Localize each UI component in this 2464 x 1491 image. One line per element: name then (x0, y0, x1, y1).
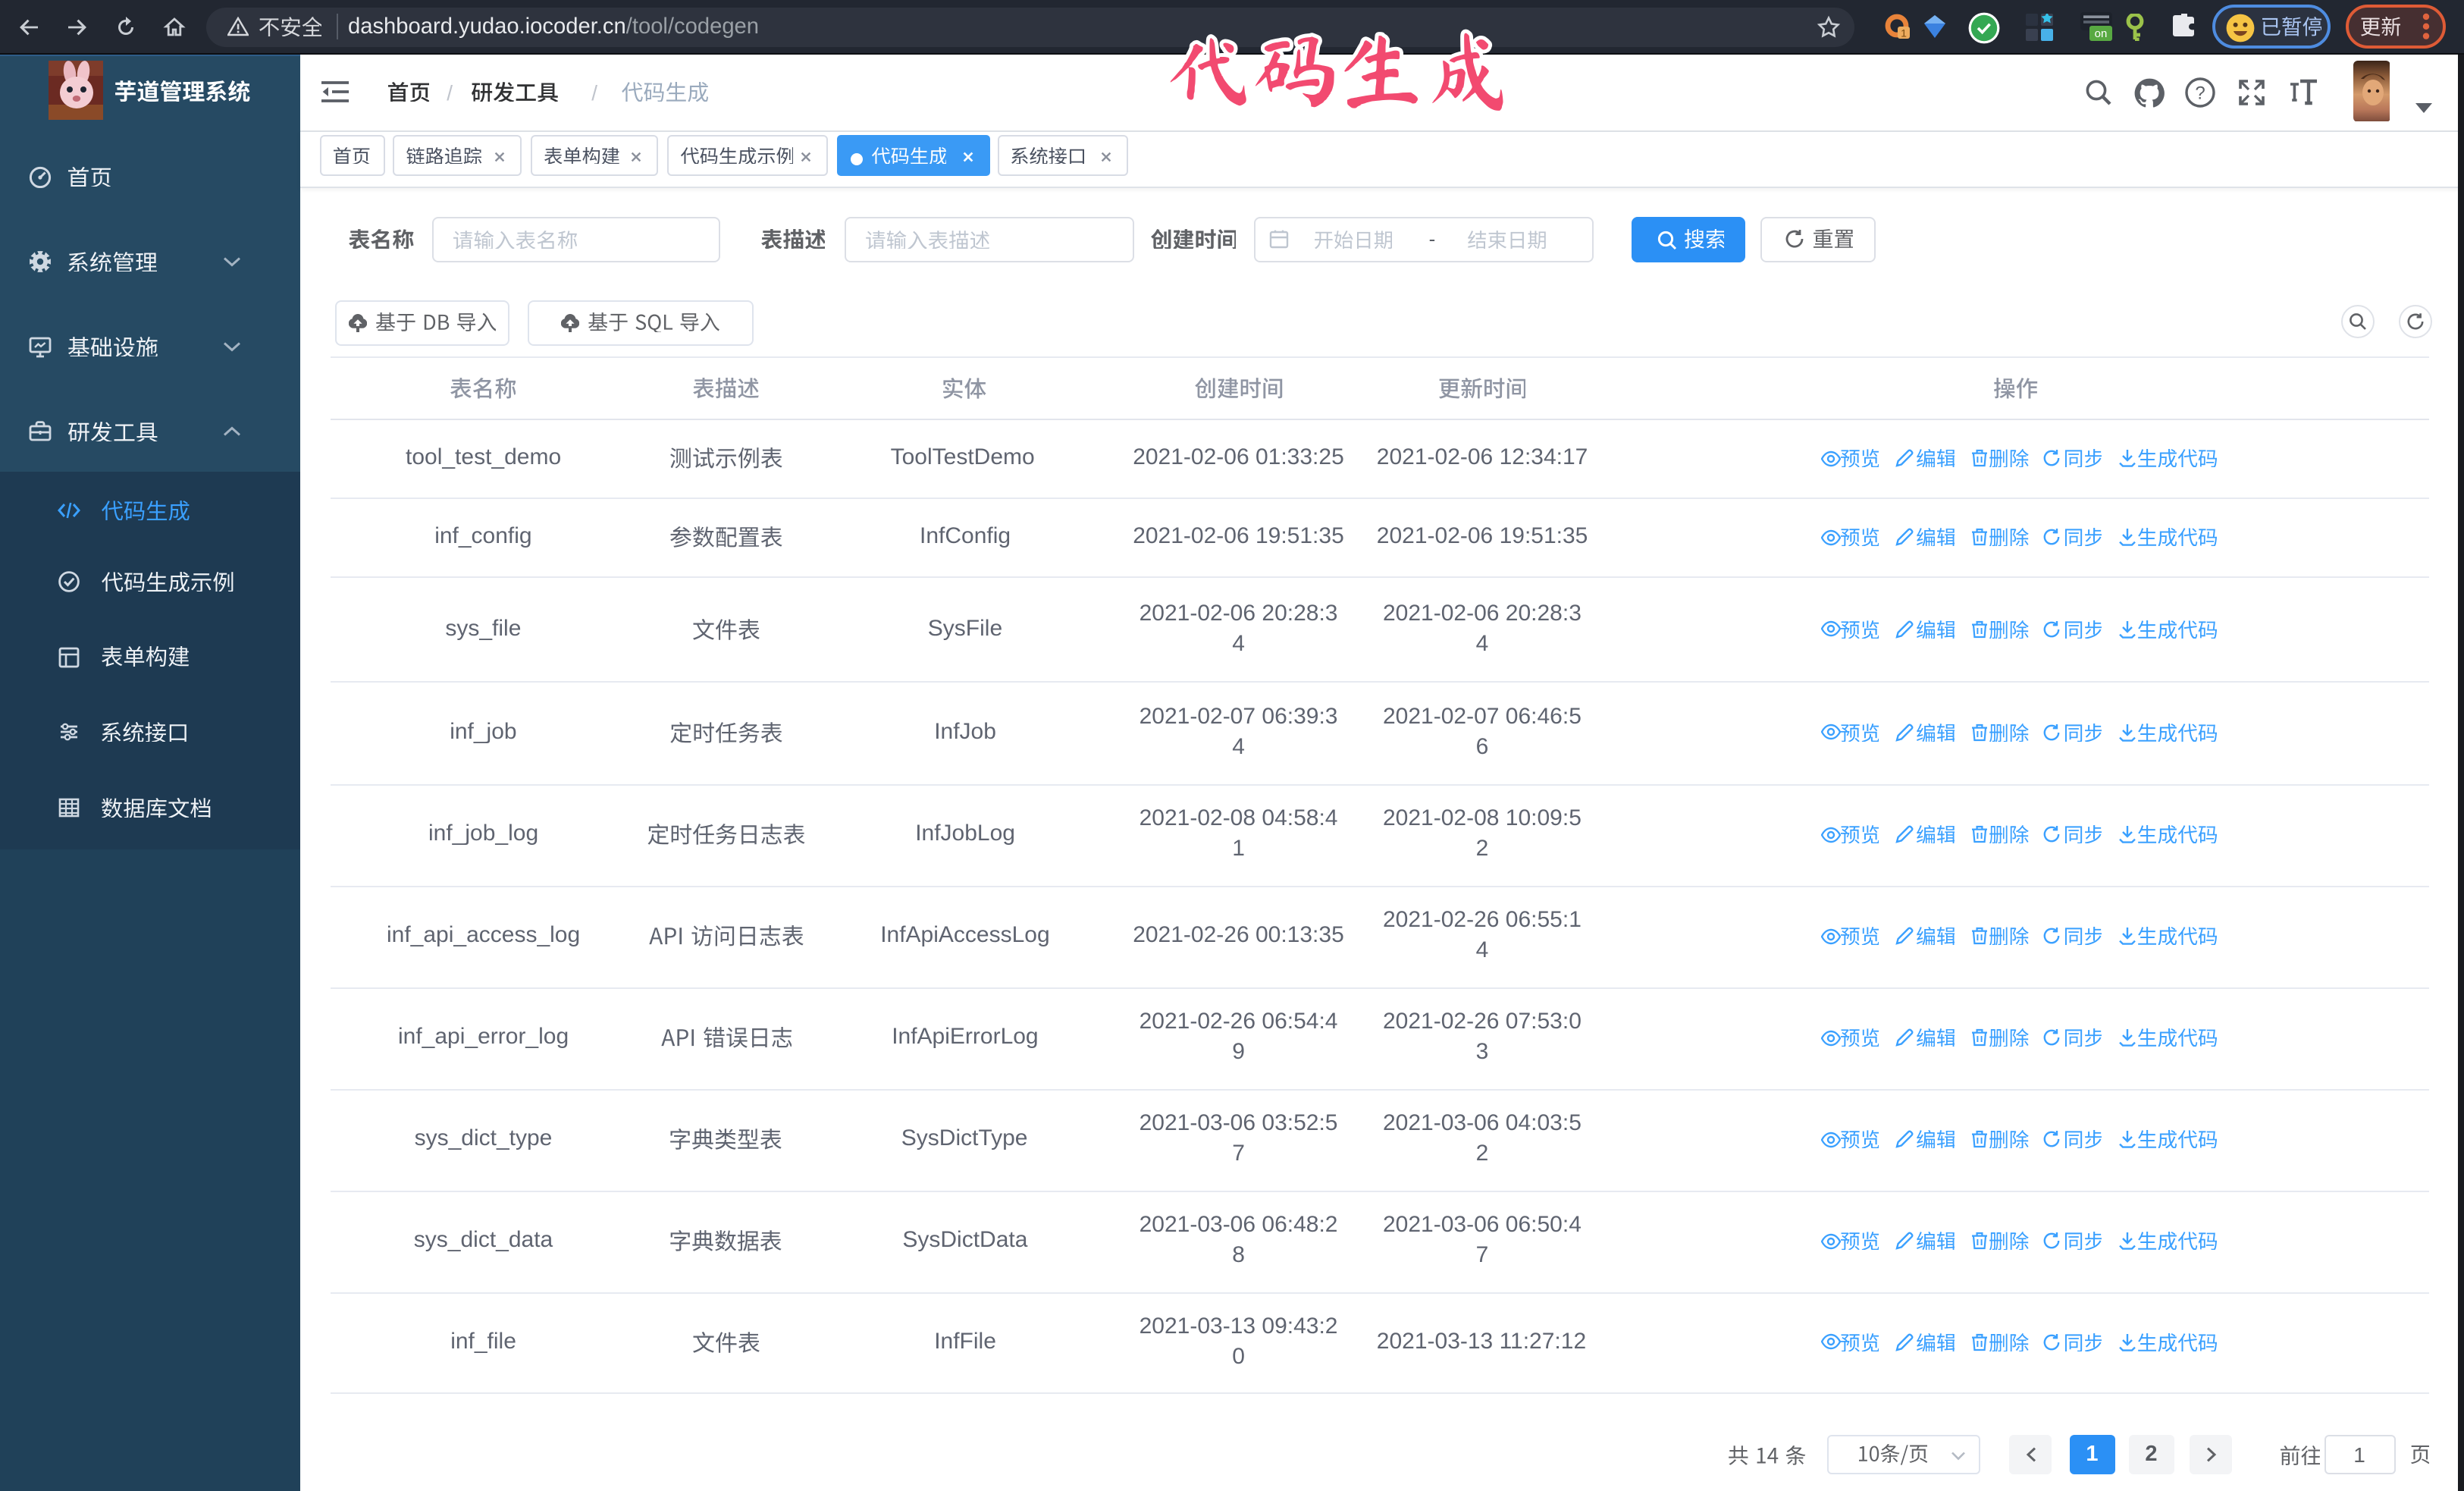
svg-text:on: on (2095, 27, 2108, 40)
svg-text:1: 1 (1901, 27, 1907, 39)
svg-text:?: ? (2195, 82, 2205, 102)
